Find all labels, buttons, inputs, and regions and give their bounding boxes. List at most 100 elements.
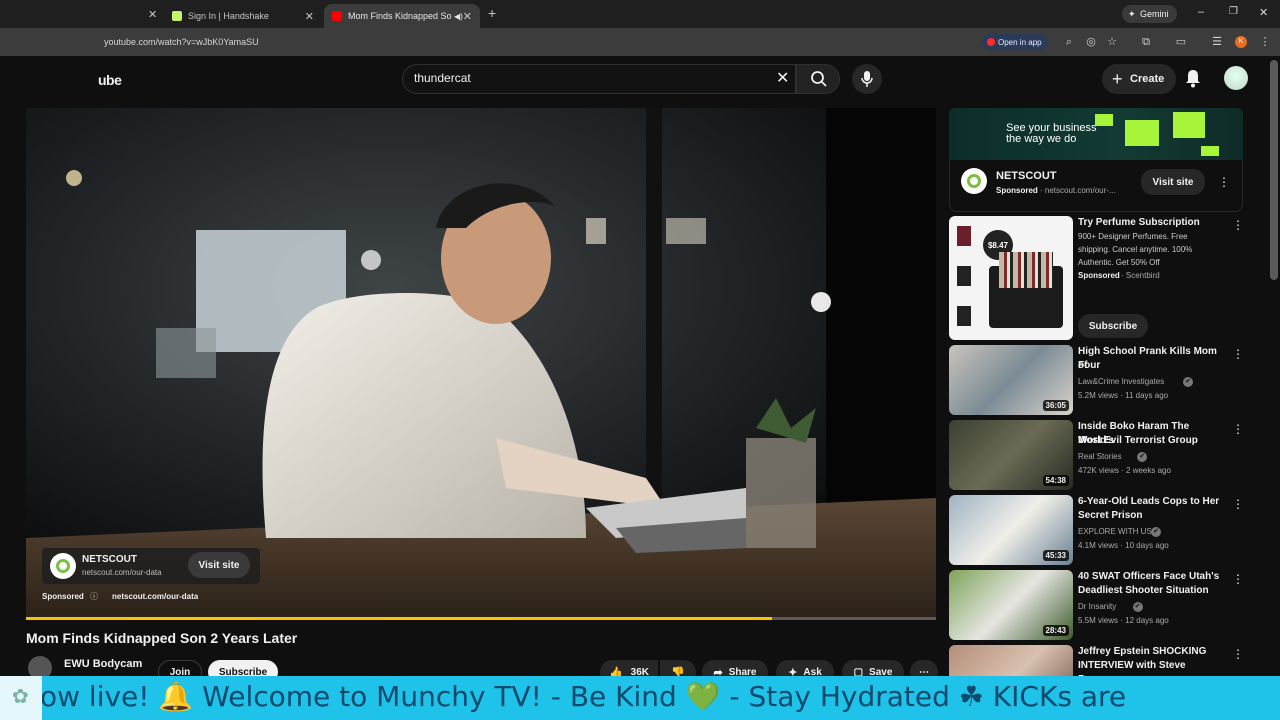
more-vertical-icon[interactable]: ⋮	[1232, 423, 1244, 435]
gemini-icon: ✦	[1128, 9, 1136, 19]
promo-desc-1: 900+ Designer Perfumes. Free	[1078, 232, 1188, 241]
verified-badge-icon: ✔	[1151, 527, 1161, 537]
video-thumbnail[interactable]: 28:43	[949, 570, 1073, 640]
reading-list-icon[interactable]: ☰	[1211, 36, 1223, 48]
verified-badge-icon: ✔	[1137, 452, 1148, 462]
channel-name: Law&Crime Investigates	[1078, 377, 1165, 386]
video-frame-image	[26, 108, 936, 620]
chat-bubble-graphic	[1173, 112, 1205, 138]
search-button[interactable]	[796, 64, 840, 94]
channel-name[interactable]: EWU Bodycam	[64, 658, 142, 670]
youtube-logo[interactable]: ube	[98, 72, 122, 88]
video-title[interactable]: 6-Year-Old Leads Cops to Her	[1078, 495, 1224, 509]
extensions-icon[interactable]: ⧉	[1140, 36, 1152, 48]
voice-search-button[interactable]	[852, 64, 882, 94]
url-text[interactable]: youtube.com/watch?v=wJbK0YamaSU	[104, 37, 259, 47]
ad-sponsored: Sponsored	[996, 186, 1038, 195]
search-icon	[811, 71, 827, 87]
clear-search-icon[interactable]: ✕	[776, 68, 789, 88]
visit-site-button[interactable]: Visit site	[188, 552, 250, 578]
duration-badge: 28:43	[1042, 625, 1069, 636]
open-in-app-button[interactable]: Open in app	[982, 34, 1048, 50]
minimize-icon[interactable]: –	[1198, 6, 1204, 18]
ad-brand: NETSCOUT	[996, 170, 1057, 182]
browser-menu-icon[interactable]: ⋮	[1259, 36, 1271, 48]
close-icon[interactable]: ✕	[148, 8, 157, 21]
promo-subscribe-button[interactable]: Subscribe	[1078, 314, 1148, 338]
sponsored-label: Sponsored	[42, 592, 84, 601]
verified-badge-icon: ✔	[1132, 602, 1143, 612]
more-vertical-icon[interactable]: ⋮	[1232, 498, 1244, 510]
video-meta: 5.2M views · 11 days ago	[1078, 391, 1169, 400]
more-vertical-icon[interactable]: ⋮	[1218, 176, 1230, 188]
duration-badge: 45:33	[1042, 550, 1069, 561]
search-query[interactable]: thundercat	[414, 71, 471, 85]
promo-advertiser: · Scentbird	[1121, 271, 1160, 280]
chat-bubble-graphic	[1125, 120, 1159, 146]
tab-handshake[interactable]: Sign In | Handshake ✕	[164, 4, 322, 28]
video-title-line-2: Deadliest Shooter Situation	[1078, 585, 1209, 596]
restore-icon[interactable]: ❐	[1229, 6, 1238, 17]
create-button[interactable]: Create	[1102, 64, 1177, 94]
promo-subscribe-label: Subscribe	[1088, 320, 1138, 332]
speaker-icon[interactable]: ◀)	[454, 12, 463, 21]
promo-thumbnail[interactable]: $8.47	[949, 216, 1073, 340]
video-thumbnail[interactable]: 54:38	[949, 420, 1073, 490]
video-title-line-2: Four	[1078, 360, 1101, 371]
notifications-bell-icon[interactable]	[1184, 68, 1202, 88]
microphone-icon	[861, 71, 873, 87]
tab-youtube-video[interactable]: Mom Finds Kidnapped Son ◀) ✕	[324, 4, 480, 28]
create-label: Create	[1130, 73, 1165, 85]
gemini-button[interactable]: ✦ Gemini	[1122, 5, 1177, 23]
ad-banner-image[interactable]: See your business the way we do	[949, 108, 1243, 160]
more-vertical-icon[interactable]: ⋮	[1232, 348, 1244, 360]
ad-url: netscout.com/our-data	[82, 568, 162, 577]
channel-name: Dr Insanity	[1078, 602, 1117, 611]
promo-title[interactable]: Try Perfume Subscription	[1078, 216, 1224, 230]
ad-overlay-card[interactable]: NETSCOUT netscout.com/our-data Visit sit…	[42, 548, 260, 584]
zoom-icon[interactable]: ⌕	[1063, 36, 1075, 48]
channel-name: EXPLORE WITH US	[1078, 527, 1152, 536]
account-avatar[interactable]	[1224, 66, 1248, 90]
video-meta: 5.5M views · 12 days ago	[1078, 616, 1169, 625]
netscout-logo	[50, 553, 76, 579]
profile-icon[interactable]: K	[1235, 36, 1247, 48]
youtube-favicon-icon	[332, 11, 342, 21]
cast-icon[interactable]: ▭	[1175, 36, 1187, 48]
close-icon[interactable]: ✕	[305, 10, 314, 23]
more-vertical-icon[interactable]: ⋮	[1232, 573, 1244, 585]
video-meta: 472K views · 2 weeks ago	[1078, 466, 1171, 475]
close-window-icon[interactable]: ✕	[1259, 6, 1268, 19]
tab-label: Mom Finds Kidnapped Son	[348, 11, 452, 21]
video-thumbnail[interactable]: 36:05	[949, 345, 1073, 415]
browser-tab-bar: ✕ Sign In | Handshake ✕ Mom Finds Kidnap…	[0, 0, 1280, 28]
close-icon[interactable]: ✕	[463, 10, 472, 23]
info-icon[interactable]: ⓘ	[90, 591, 98, 602]
verified-badge-icon: ✔	[1183, 377, 1194, 387]
scrollbar[interactable]	[1270, 60, 1278, 280]
visit-site-button[interactable]: Visit site	[1141, 169, 1205, 195]
video-player[interactable]: NETSCOUT netscout.com/our-data Visit sit…	[26, 108, 936, 620]
perfume-bottle-graphic	[957, 226, 971, 326]
video-title[interactable]: 40 SWAT Officers Face Utah's	[1078, 570, 1224, 584]
ticker-glyph: ✿	[12, 686, 29, 708]
video-thumbnail[interactable]: 45:33	[949, 495, 1073, 565]
star-icon[interactable]: ☆	[1106, 36, 1118, 48]
channel-name: Real Stories	[1078, 452, 1122, 461]
promo-sponsored: Sponsored	[1078, 271, 1120, 280]
video-title[interactable]: Jeffrey Epstein SHOCKING	[1078, 645, 1224, 659]
sponsored-url[interactable]: netscout.com/our-data	[112, 592, 198, 601]
eye-off-icon[interactable]: ◎	[1085, 36, 1097, 48]
ad-url: · netscout.com/our-...	[1040, 186, 1116, 195]
tab-label: Sign In | Handshake	[188, 11, 269, 21]
promo-desc-2: shipping. Cancel anytime. 100%	[1078, 245, 1193, 254]
stream-logo-icon: ✿	[0, 676, 42, 720]
video-title: Mom Finds Kidnapped Son 2 Years Later	[26, 630, 298, 646]
stream-ticker-banner: ow live! 🔔 Welcome to Munchy TV! - Be Ki…	[0, 676, 1280, 720]
more-vertical-icon[interactable]: ⋮	[1232, 648, 1244, 660]
video-title-line-2: Secret Prison	[1078, 510, 1143, 521]
more-vertical-icon[interactable]: ⋮	[1232, 219, 1244, 231]
new-tab-icon[interactable]: +	[488, 5, 496, 21]
video-progress-bar[interactable]	[26, 617, 936, 620]
video-progress-fill	[26, 617, 773, 620]
